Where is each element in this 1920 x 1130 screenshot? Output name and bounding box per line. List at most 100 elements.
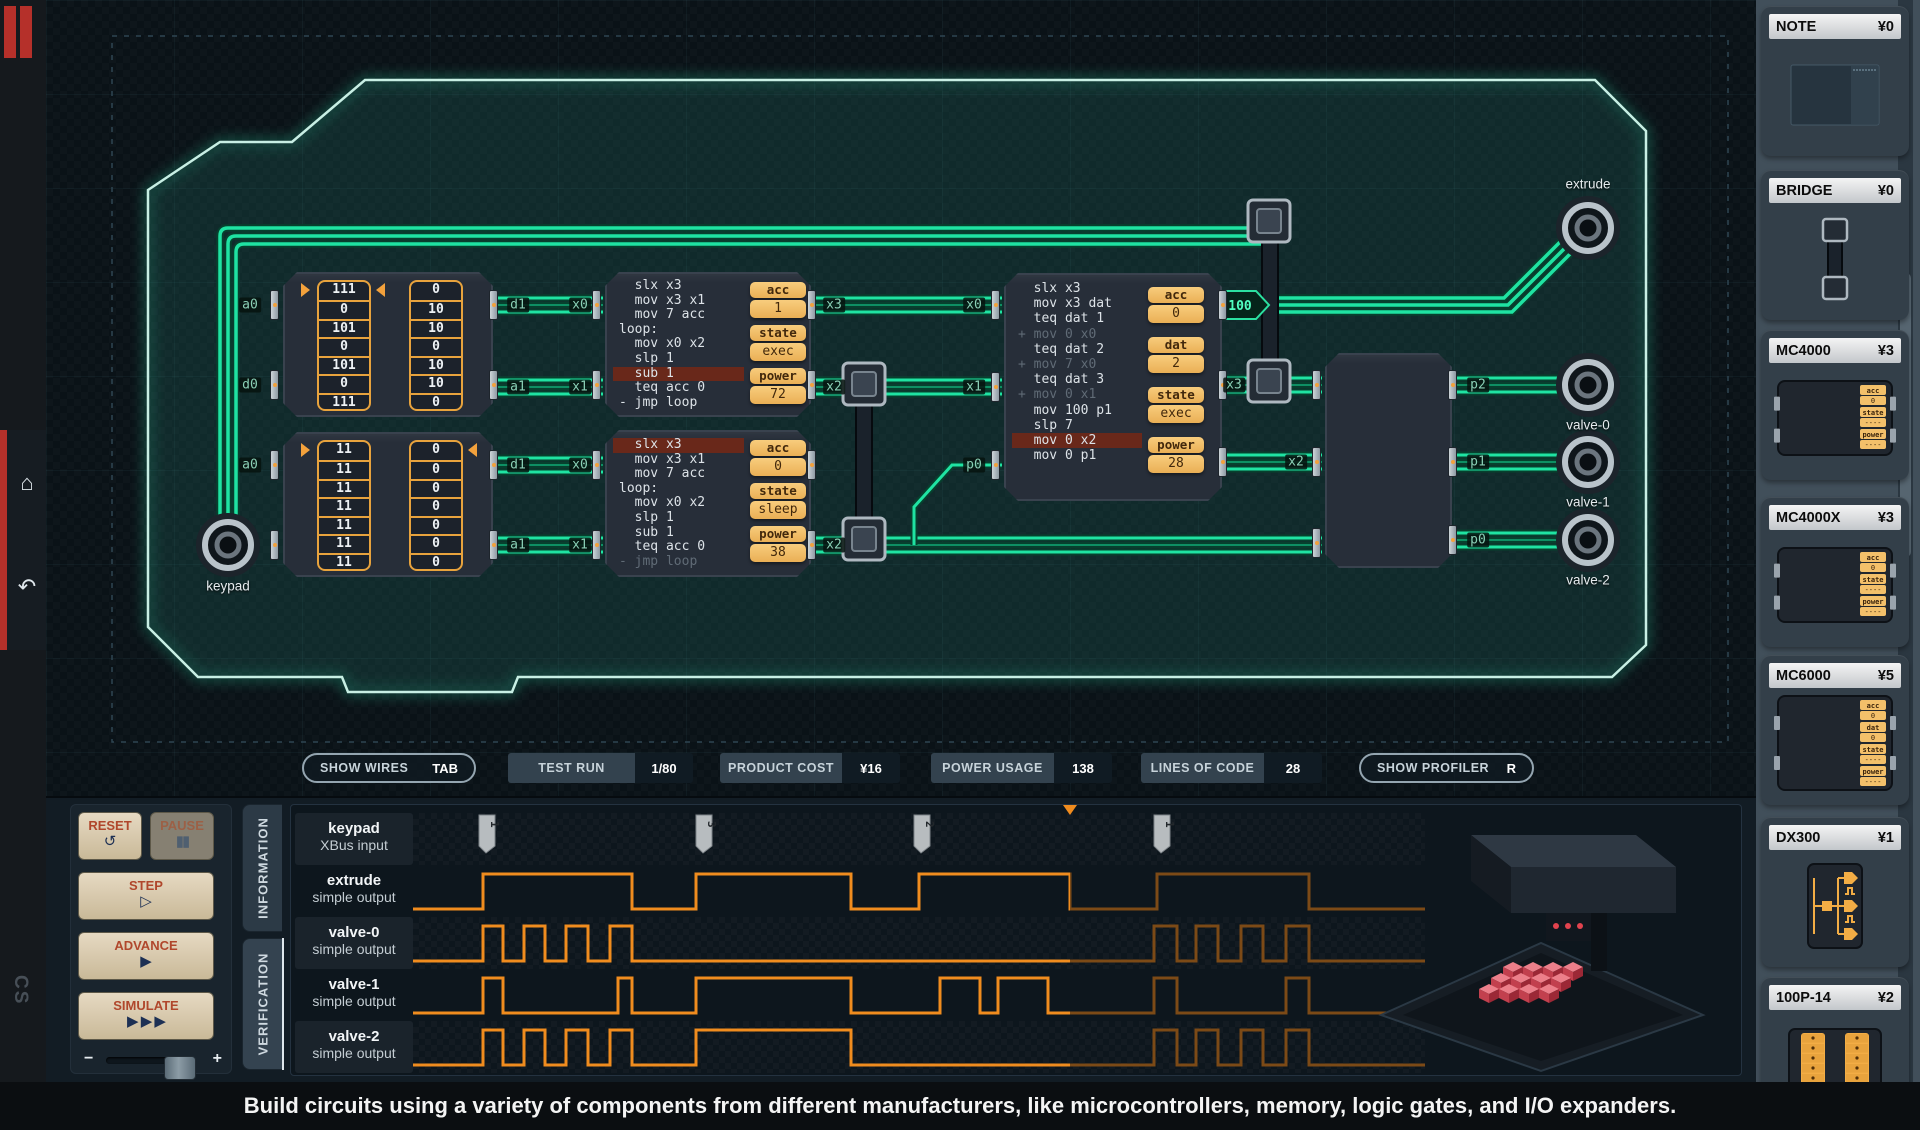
memory-chip-top[interactable]: 11101010101011101010010100 [283, 272, 493, 417]
svg-text:0: 0 [1871, 712, 1875, 720]
state-register: stateexec [750, 325, 806, 361]
tab-information[interactable]: INFORMATION [242, 804, 282, 932]
chip-port[interactable] [1448, 370, 1457, 400]
mc4000-chip-bottom[interactable]: slx x3 mov x3 x1 mov 7 accloop: mov x0 x… [605, 430, 811, 577]
code-listing[interactable]: slx x3 mov x3 x1 mov 7 accloop: mov x0 x… [613, 279, 744, 410]
reset-button[interactable]: RESET ↺ [78, 812, 142, 860]
playhead-cursor [1063, 805, 1077, 815]
speed-plus[interactable]: + [213, 1050, 222, 1068]
memory-cell: 11 [319, 479, 369, 497]
chip-port[interactable] [1218, 290, 1227, 320]
register-label: acc [1148, 287, 1204, 303]
memory-cell: 0 [411, 393, 461, 411]
chip-port[interactable] [1218, 447, 1227, 477]
chip-port[interactable] [592, 370, 601, 400]
code-line: slp 7 [1012, 418, 1142, 433]
verification-panel: 1321 keypadXBus inputextrudesimple outpu… [290, 804, 1742, 1076]
code-listing[interactable]: slx x3 mov x3 x1 mov 7 accloop: mov x0 x… [613, 438, 744, 569]
code-line: + mov 0 x0 [1012, 327, 1142, 342]
signal-type: simple output [295, 941, 413, 957]
chip-port[interactable] [1312, 528, 1321, 558]
rail-red-accent [0, 430, 7, 650]
palette-item-dx300[interactable]: DX300¥1 [1761, 817, 1909, 967]
chip-port[interactable] [270, 530, 279, 560]
code-listing[interactable]: slx x3 mov x3 dat teq dat 1+ mov 0 x0 te… [1012, 281, 1142, 463]
chip-port[interactable] [1448, 447, 1457, 477]
home-icon[interactable]: ⌂ [11, 466, 43, 500]
step-button[interactable]: STEP ▷ [78, 872, 214, 920]
mc4000-preview-icon: acc0state----power---- [1761, 363, 1909, 475]
chip-port[interactable] [270, 290, 279, 320]
chip-port[interactable] [807, 370, 816, 400]
status-value: 1/80 [635, 753, 693, 783]
code-line: mov x3 dat [1012, 296, 1142, 311]
chip-port[interactable] [592, 530, 601, 560]
chip-port[interactable] [489, 530, 498, 560]
palette-item-mc4000x[interactable]: MC4000X¥3acc0state----power---- [1761, 497, 1909, 647]
wire-label: p1 [1467, 455, 1489, 470]
memory-column: 111010101010111 [317, 280, 371, 411]
code-line: sub 1 [613, 526, 744, 541]
signal-type: simple output [295, 1045, 413, 1061]
chip-port[interactable] [991, 372, 1000, 402]
chip-port[interactable] [1312, 447, 1321, 477]
chip-port[interactable] [807, 530, 816, 560]
advance-button[interactable]: ADVANCE ▶ [78, 932, 214, 980]
component-name: BRIDGE [1776, 183, 1832, 199]
signal-name: valve-0 [295, 924, 413, 941]
svg-text:state: state [1862, 576, 1883, 584]
chip-port[interactable] [807, 290, 816, 320]
chip-port[interactable] [807, 450, 816, 480]
show-profiler-indicator[interactable]: SHOW PROFILERR [1359, 753, 1534, 783]
memory-cell: 10 [411, 319, 461, 337]
dx300-chip[interactable] [1325, 353, 1452, 568]
memory-cell: 0 [411, 282, 461, 300]
component-price: ¥1 [1878, 830, 1894, 846]
status-label: TEST RUN [508, 753, 635, 783]
pause-icon: ▮▮ [151, 833, 213, 850]
register-label: power [750, 526, 806, 542]
tab-verification[interactable]: VERIFICATION [242, 938, 282, 1070]
memory-cell: 10 [411, 300, 461, 318]
show-wires-indicator[interactable]: SHOW WIRESTAB [302, 753, 476, 783]
chip-port[interactable] [991, 290, 1000, 320]
memory-cell: 11 [319, 553, 369, 571]
chip-port[interactable] [991, 450, 1000, 480]
wire-label: a0 [239, 458, 261, 473]
slider-thumb[interactable] [164, 1056, 196, 1080]
read-pointer-icon [301, 443, 310, 457]
chip-port[interactable] [489, 290, 498, 320]
circuit-board-canvas[interactable]: 100000 111010101010111010100101001111111… [46, 0, 1756, 796]
status-value: R [1507, 761, 1516, 776]
memory-chip-bottom[interactable]: 111111111111110000000 [283, 432, 493, 577]
chip-port[interactable] [270, 370, 279, 400]
chip-port[interactable] [1448, 525, 1457, 555]
chip-port[interactable] [592, 290, 601, 320]
mc4000-chip-top[interactable]: slx x3 mov x3 x1 mov 7 accloop: mov x0 x… [605, 272, 811, 417]
mc6000-chip[interactable]: slx x3 mov x3 dat teq dat 1+ mov 0 x0 te… [1004, 273, 1222, 501]
status-label: LINES OF CODE [1141, 753, 1264, 783]
register-value: 0 [1148, 305, 1204, 323]
undo-icon[interactable]: ↶ [11, 570, 43, 604]
palette-item-header: DX300¥1 [1769, 825, 1901, 850]
chip-port[interactable] [489, 450, 498, 480]
svg-text:3: 3 [705, 821, 718, 828]
chip-port[interactable] [1312, 370, 1321, 400]
simulate-button[interactable]: SIMULATE ▶ ▶ ▶ [78, 992, 214, 1040]
palette-item-100p-14[interactable]: 100P-14¥2 [1761, 977, 1909, 1082]
keypad-marker-flag: 1 [479, 815, 501, 853]
palette-item-mc6000[interactable]: MC6000¥5acc0dat0state----power---- [1761, 655, 1909, 805]
wire-label: a1 [507, 538, 529, 553]
chip-port[interactable] [489, 370, 498, 400]
pause-button[interactable]: PAUSE ▮▮ [150, 812, 214, 860]
palette-item-note[interactable]: NOTE¥0 [1761, 6, 1909, 156]
keypad-marker-flag: 1 [1154, 815, 1176, 853]
chip-port[interactable] [270, 450, 279, 480]
slider-track[interactable] [106, 1057, 194, 1064]
speed-minus[interactable]: − [84, 1050, 93, 1068]
chip-port[interactable] [592, 450, 601, 480]
palette-item-mc4000[interactable]: MC4000¥3acc0state----power---- [1761, 330, 1909, 480]
palette-item-bridge[interactable]: BRIDGE¥0 [1761, 170, 1909, 320]
svg-text:----: ---- [1865, 586, 1882, 594]
code-line: teq dat 1 [1012, 311, 1142, 326]
